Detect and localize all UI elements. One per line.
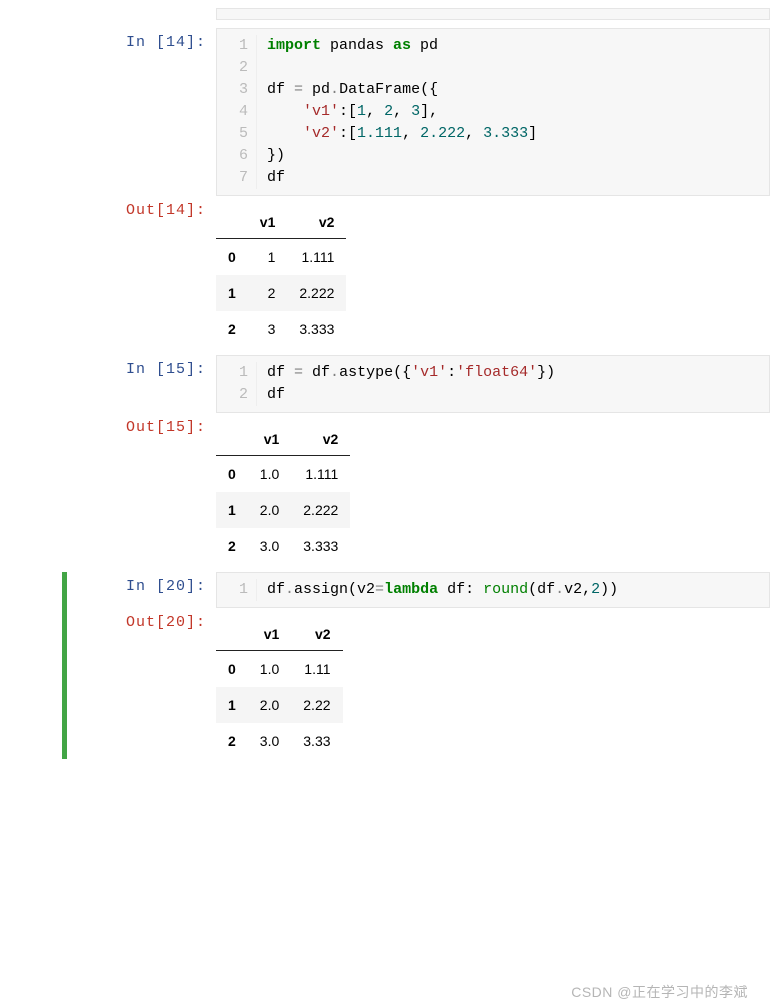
table-row: 12.02.222	[216, 492, 350, 528]
table-row: 23.03.33	[216, 723, 343, 759]
table-row: 122.222	[216, 275, 346, 311]
table-cell: 1.111	[287, 239, 346, 276]
row-index: 0	[216, 456, 248, 493]
table-cell: 1	[248, 239, 288, 276]
row-index: 2	[216, 528, 248, 564]
row-index: 1	[216, 275, 248, 311]
table-row: 233.333	[216, 311, 346, 347]
code-content[interactable]: df = df.astype({'v1':'float64'}) df	[257, 362, 769, 406]
output-area: Out[15]:v1v201.01.11112.02.22223.03.333	[68, 413, 770, 564]
notebook-cell[interactable]: In [14]:1234567import pandas as pd df = …	[62, 28, 770, 347]
in-prompt: In [14]:	[68, 28, 216, 55]
output-area: Out[20]:v1v201.01.1112.02.2223.03.33	[68, 608, 770, 759]
input-area: In [15]:12df = df.astype({'v1':'float64'…	[68, 355, 770, 413]
code-block[interactable]: 12df = df.astype({'v1':'float64'}) df	[216, 355, 770, 413]
row-index: 2	[216, 311, 248, 347]
table-cell: 3.333	[291, 528, 350, 564]
table-cell: 3.0	[248, 723, 291, 759]
table-cell: 3.333	[287, 311, 346, 347]
notebook-cell[interactable]: In [20]:1df.assign(v2=lambda df: round(d…	[62, 572, 770, 759]
col-header: v2	[287, 206, 346, 239]
col-header: v2	[291, 618, 342, 651]
table-row: 01.01.11	[216, 651, 343, 688]
output-content: v1v201.01.11112.02.22223.03.333	[216, 413, 350, 564]
table-cell: 1.0	[248, 651, 291, 688]
code-content[interactable]: import pandas as pd df = pd.DataFrame({ …	[257, 35, 769, 189]
row-index: 0	[216, 239, 248, 276]
table-cell: 2	[248, 275, 288, 311]
dataframe-table: v1v2011.111122.222233.333	[216, 206, 346, 347]
table-cell: 3	[248, 311, 288, 347]
partial-cell-fragment	[216, 8, 770, 20]
out-prompt: Out[15]:	[68, 413, 216, 440]
out-prompt: Out[20]:	[68, 608, 216, 635]
table-row: 011.111	[216, 239, 346, 276]
code-block[interactable]: 1234567import pandas as pd df = pd.DataF…	[216, 28, 770, 196]
cells-container: In [14]:1234567import pandas as pd df = …	[62, 28, 770, 759]
notebook-cell[interactable]: In [15]:12df = df.astype({'v1':'float64'…	[62, 355, 770, 564]
table-row: 01.01.111	[216, 456, 350, 493]
table-row: 23.03.333	[216, 528, 350, 564]
output-area: Out[14]:v1v2011.111122.222233.333	[68, 196, 770, 347]
col-header: v1	[248, 423, 291, 456]
dataframe-table: v1v201.01.11112.02.22223.03.333	[216, 423, 350, 564]
row-index: 2	[216, 723, 248, 759]
input-area: In [20]:1df.assign(v2=lambda df: round(d…	[68, 572, 770, 608]
line-gutter: 1	[217, 579, 257, 601]
col-header: v1	[248, 618, 291, 651]
table-cell: 2.222	[287, 275, 346, 311]
input-area: In [14]:1234567import pandas as pd df = …	[68, 28, 770, 196]
out-prompt: Out[14]:	[68, 196, 216, 223]
table-cell: 2.0	[248, 492, 291, 528]
table-row: 12.02.22	[216, 687, 343, 723]
table-cell: 1.0	[248, 456, 291, 493]
table-cell: 1.111	[291, 456, 350, 493]
table-cell: 1.11	[291, 651, 342, 688]
table-cell: 2.222	[291, 492, 350, 528]
col-header: v2	[291, 423, 350, 456]
row-index: 1	[216, 492, 248, 528]
in-prompt: In [15]:	[68, 355, 216, 382]
notebook: In [14]:1234567import pandas as pd df = …	[0, 0, 770, 759]
table-cell: 3.33	[291, 723, 342, 759]
row-index: 1	[216, 687, 248, 723]
line-gutter: 1234567	[217, 35, 257, 189]
output-content: v1v2011.111122.222233.333	[216, 196, 346, 347]
table-cell: 2.0	[248, 687, 291, 723]
table-cell: 2.22	[291, 687, 342, 723]
code-block[interactable]: 1df.assign(v2=lambda df: round(df.v2,2))	[216, 572, 770, 608]
line-gutter: 12	[217, 362, 257, 406]
code-content[interactable]: df.assign(v2=lambda df: round(df.v2,2))	[257, 579, 769, 601]
table-cell: 3.0	[248, 528, 291, 564]
in-prompt: In [20]:	[68, 572, 216, 599]
col-header: v1	[248, 206, 288, 239]
row-index: 0	[216, 651, 248, 688]
dataframe-table: v1v201.01.1112.02.2223.03.33	[216, 618, 343, 759]
output-content: v1v201.01.1112.02.2223.03.33	[216, 608, 343, 759]
watermark: CSDN @正在学习中的李斌	[571, 982, 748, 1002]
